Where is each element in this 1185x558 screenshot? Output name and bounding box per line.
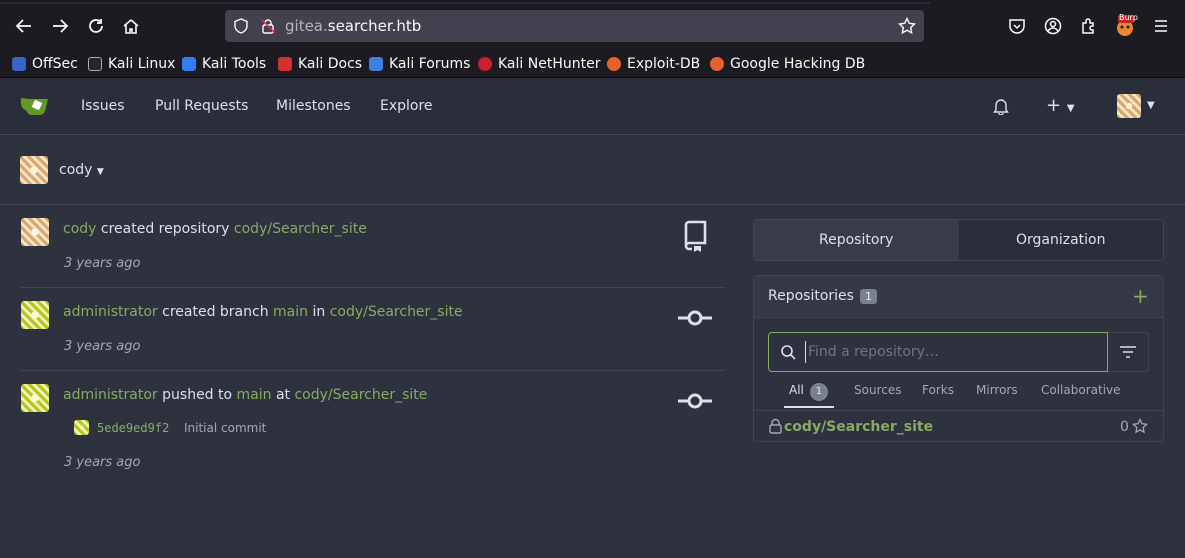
feed-repo-link[interactable]: cody/Searcher_site [330, 304, 463, 320]
lock-insecure-icon[interactable] [260, 18, 276, 38]
feed-divider [20, 370, 725, 371]
bookmark-google-hacking-db[interactable]: Google Hacking DB [710, 53, 865, 75]
feed-branch-link[interactable]: main [237, 387, 272, 403]
filter-mirrors[interactable]: Mirrors [976, 383, 1018, 397]
feed-avatar[interactable] [21, 301, 49, 329]
repo-list-item[interactable]: cody/Searcher_site 0 [754, 410, 1163, 442]
feed-time: 3 years ago [64, 455, 141, 470]
bookmark-offsec[interactable]: OffSec [12, 53, 78, 75]
notifications-bell-icon[interactable] [993, 97, 1009, 119]
create-new-button[interactable]: + ▼ [1046, 95, 1075, 116]
repositories-header: Repositories 1 + [754, 276, 1163, 318]
tab-strip [0, 0, 1185, 4]
repo-search-box [768, 332, 1108, 372]
feed-time: 3 years ago [64, 339, 141, 354]
add-repo-plus-icon[interactable]: + [1132, 284, 1149, 308]
commit-author-avatar[interactable] [74, 420, 89, 435]
forward-icon[interactable] [48, 14, 72, 38]
burp-extension-icon[interactable]: Burp [1114, 13, 1138, 37]
exploit-db-icon [607, 57, 621, 71]
caret-down-icon: ▼ [96, 167, 104, 177]
tab-organization[interactable]: Organization [958, 220, 1163, 260]
bookmark-kali-nethunter[interactable]: Kali NetHunter [478, 53, 600, 75]
private-lock-icon [769, 418, 782, 438]
extensions-icon[interactable] [1078, 15, 1100, 37]
caret-down-icon: ▼ [1066, 103, 1075, 114]
account-icon[interactable] [1042, 15, 1064, 37]
home-icon[interactable] [119, 14, 143, 38]
kali-tools-icon [182, 57, 196, 71]
bookmark-star-icon[interactable] [897, 16, 917, 39]
feed-actor-link[interactable]: administrator [63, 387, 158, 403]
nav-issues[interactable]: Issues [81, 98, 125, 114]
repo-name-link[interactable]: cody/Searcher_site [784, 419, 933, 435]
commit-sha-link[interactable]: 5ede9ed9f2 [97, 421, 169, 435]
context-switcher[interactable]: cody ▼ [59, 162, 104, 178]
repo-search-input[interactable] [805, 341, 1095, 363]
context-avatar[interactable] [20, 156, 48, 184]
shield-icon[interactable] [233, 18, 249, 38]
bookmark-kali-linux[interactable]: Kali Linux [88, 53, 175, 75]
dashboard-context-header [0, 135, 1185, 205]
repo-star-count: 0 [1120, 419, 1129, 435]
feed-avatar[interactable] [21, 384, 49, 412]
kali-docs-icon [278, 57, 292, 71]
commit-icon [678, 391, 712, 415]
filter-collaborative[interactable]: Collaborative [1041, 383, 1121, 397]
feed-repo-link[interactable]: cody/Searcher_site [294, 387, 427, 403]
feed-divider [20, 287, 725, 288]
url-bar[interactable]: gitea.searcher.htb [225, 10, 924, 42]
feed-branch-link[interactable]: main [273, 304, 308, 320]
feed-actor-link[interactable]: cody [63, 221, 96, 237]
feed-item-text: administrator pushed to main at cody/Sea… [63, 387, 428, 403]
repo-icon [682, 220, 708, 256]
bookmark-exploit-db[interactable]: Exploit-DB [607, 53, 700, 75]
kali-forums-icon [369, 57, 383, 71]
nav-explore[interactable]: Explore [380, 98, 433, 114]
user-avatar[interactable] [1117, 94, 1141, 118]
feed-actor-link[interactable]: administrator [63, 304, 158, 320]
feed-item-text: administrator created branch main in cod… [63, 304, 463, 320]
filter-all[interactable]: All 1 [789, 383, 828, 401]
star-icon [1131, 417, 1149, 438]
reload-icon[interactable] [84, 14, 108, 38]
filter-sources[interactable]: Sources [854, 383, 901, 397]
tab-repository[interactable]: Repository [754, 220, 959, 260]
nethunter-icon [478, 57, 492, 71]
repositories-panel: Repositories1 + All1 Sources Forks Mirro… [753, 275, 1164, 442]
repo-org-tabs: Repository Organization [753, 219, 1164, 261]
filter-icon [1120, 346, 1136, 358]
bookmark-kali-tools[interactable]: Kali Tools [182, 53, 266, 75]
active-filter-underline [784, 406, 834, 408]
menu-icon[interactable] [1150, 15, 1172, 37]
repo-filter-button[interactable] [1108, 332, 1149, 372]
commit-message: Initial commit [184, 421, 267, 435]
kali-dragon-icon [88, 57, 102, 71]
nav-pull-requests[interactable]: Pull Requests [155, 98, 248, 114]
bookmarks-bar: OffSec Kali Linux Kali Tools Kali Docs K… [0, 50, 1185, 78]
feed-time: 3 years ago [64, 256, 141, 271]
repositories-title: Repositories 1 [768, 288, 877, 304]
search-icon [780, 344, 796, 364]
bookmark-kali-forums[interactable]: Kali Forums [369, 53, 470, 75]
offsec-icon [12, 57, 26, 71]
url-text[interactable]: gitea.searcher.htb [285, 17, 421, 35]
nav-milestones[interactable]: Milestones [276, 98, 351, 114]
commit-icon [678, 308, 712, 332]
feed-repo-link[interactable]: cody/Searcher_site [234, 221, 367, 237]
filter-forks[interactable]: Forks [922, 383, 954, 397]
feed-avatar[interactable] [21, 218, 49, 246]
repo-count-badge: 1 [859, 289, 877, 304]
ghdb-icon [710, 57, 724, 71]
feed-item-text: cody created repository cody/Searcher_si… [63, 221, 367, 237]
user-menu-caret-icon[interactable]: ▼ [1147, 100, 1155, 111]
bookmark-kali-docs[interactable]: Kali Docs [278, 53, 362, 75]
pocket-icon[interactable] [1006, 15, 1028, 37]
back-icon[interactable] [12, 14, 36, 38]
gitea-logo-icon[interactable] [20, 94, 50, 116]
